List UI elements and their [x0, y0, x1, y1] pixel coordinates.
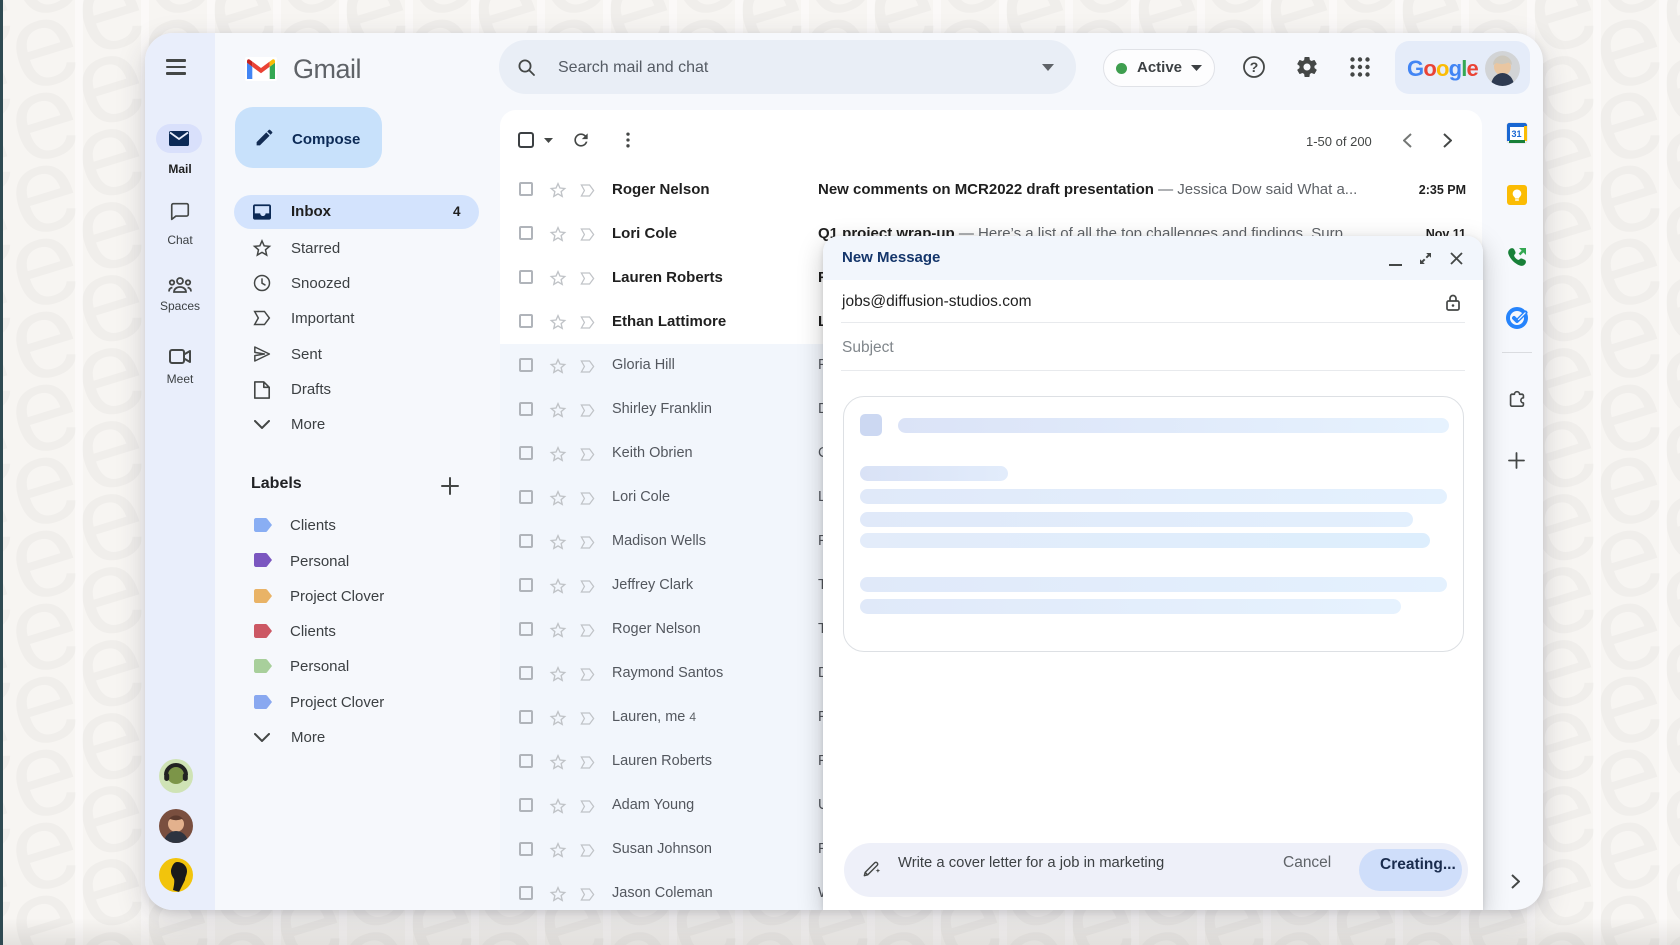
svg-text:?: ? [1250, 59, 1259, 75]
svg-text:31: 31 [1511, 129, 1521, 139]
